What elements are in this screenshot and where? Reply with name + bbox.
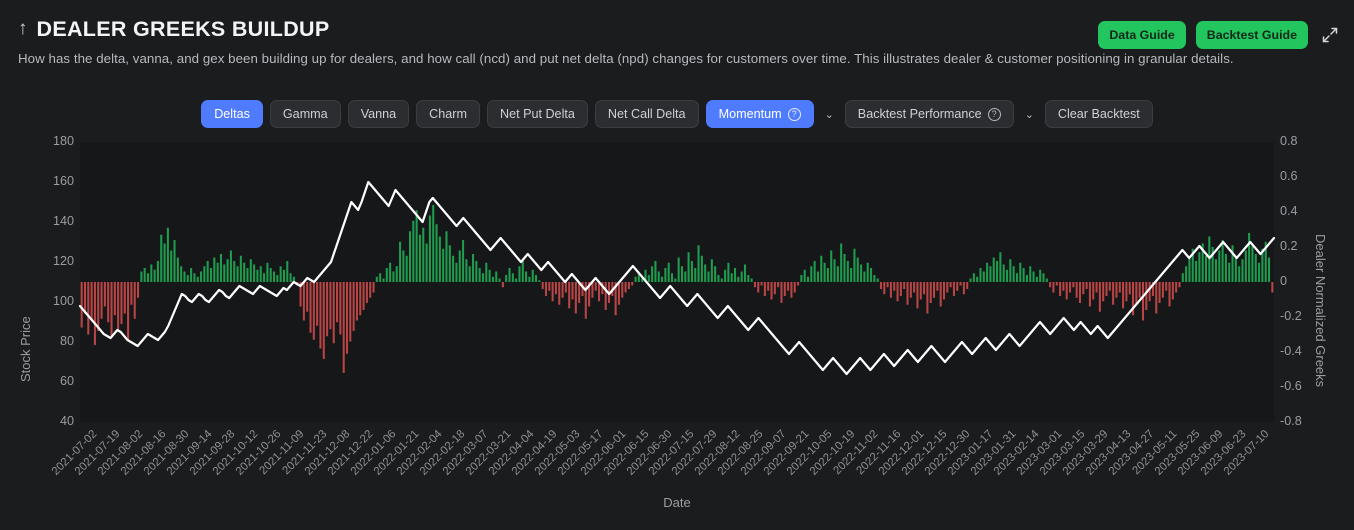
y-tick-left: 120	[52, 254, 74, 268]
momentum-dropdown[interactable]: Momentum ?	[705, 100, 814, 128]
toolbar-button-net-call-delta[interactable]: Net Call Delta	[594, 100, 699, 128]
card-header: ↑ DEALER GREEKS BUILDUP How has the delt…	[0, 0, 1354, 66]
backtest-performance-dropdown[interactable]: Backtest Performance ?	[844, 100, 1014, 128]
y-axis-left-title: Stock Price	[18, 316, 33, 382]
y-axis-right-title: Dealer Normalized Greeks	[1313, 234, 1328, 388]
momentum-label: Momentum	[718, 107, 782, 121]
y-tick-right: 0.4	[1280, 204, 1298, 218]
y-tick-left: 160	[52, 174, 74, 188]
y-tick-right: -0.4	[1280, 344, 1302, 358]
toolbar-button-gamma[interactable]: Gamma	[269, 100, 341, 128]
y-tick-right: 0.6	[1280, 169, 1298, 183]
expand-icon[interactable]	[1320, 25, 1340, 45]
y-tick-left: 180	[52, 134, 74, 148]
y-tick-right: 0.2	[1280, 239, 1298, 253]
y-tick-left: 40	[59, 414, 74, 428]
clear-backtest-button[interactable]: Clear Backtest	[1044, 100, 1153, 128]
chart-toolbar: Deltas Gamma Vanna Charm Net Put Delta N…	[0, 100, 1354, 128]
y-tick-left: 140	[52, 214, 74, 228]
chart-area: Stock Price Dealer Normalized Greeks Dat…	[0, 134, 1354, 530]
toolbar-button-deltas[interactable]: Deltas	[201, 100, 263, 128]
momentum-chevron-down-icon[interactable]: ⌄	[821, 108, 838, 121]
up-arrow-icon: ↑	[18, 18, 28, 39]
y-tick-right: -0.6	[1280, 379, 1302, 393]
data-guide-button[interactable]: Data Guide	[1098, 21, 1186, 49]
y-tick-left: 80	[59, 334, 74, 348]
page-title: DEALER GREEKS BUILDUP	[36, 17, 330, 41]
y-tick-left: 100	[52, 294, 74, 308]
toolbar-button-net-put-delta[interactable]: Net Put Delta	[486, 100, 588, 128]
help-icon[interactable]: ?	[787, 107, 801, 121]
header-actions: Data Guide Backtest Guide	[1098, 21, 1340, 49]
y-tick-right: 0.8	[1280, 134, 1298, 148]
dealer-greeks-card: ↑ DEALER GREEKS BUILDUP How has the delt…	[0, 0, 1354, 530]
y-tick-right: -0.8	[1280, 414, 1302, 428]
y-tick-left: 60	[59, 374, 74, 388]
help-icon[interactable]: ?	[987, 107, 1001, 121]
toolbar-button-charm[interactable]: Charm	[416, 100, 480, 128]
toolbar-button-vanna[interactable]: Vanna	[347, 100, 410, 128]
y-tick-right: -0.2	[1280, 309, 1302, 323]
backtest-chevron-down-icon[interactable]: ⌄	[1021, 108, 1038, 121]
backtest-guide-button[interactable]: Backtest Guide	[1195, 21, 1308, 49]
y-tick-right: 0	[1280, 274, 1288, 288]
backtest-performance-label: Backtest Performance	[857, 107, 982, 121]
